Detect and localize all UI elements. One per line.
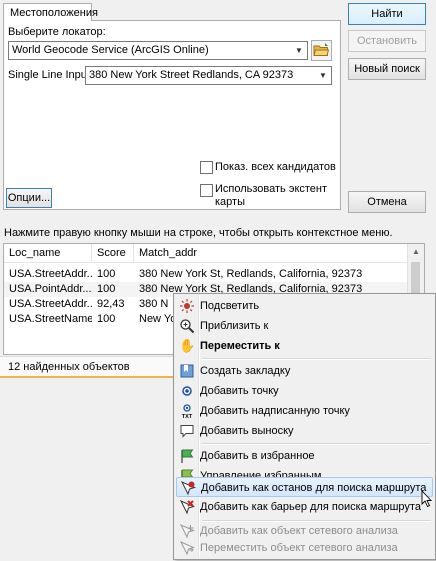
locations-panel: Выберите локатор: World Geocode Service …: [3, 20, 341, 210]
locator-select[interactable]: World Geocode Service (ArcGIS Online) ▼: [8, 41, 308, 60]
add-labeled-point-icon: TXT: [179, 403, 195, 420]
cancel-button[interactable]: Отмена: [348, 191, 426, 213]
context-menu-hint: Нажмите правую кнопку мыши на строке, чт…: [4, 227, 393, 239]
menu-item-label: Добавить выноску: [200, 425, 294, 437]
cell-score: 100: [97, 283, 116, 295]
add-favorite-icon: [179, 448, 195, 464]
show-all-candidates-label: Показ. всех кандидатов: [215, 161, 336, 173]
mouse-cursor-icon: [421, 489, 433, 508]
cell-score: 100: [97, 313, 116, 325]
column-header-loc-name[interactable]: Loc_name: [4, 244, 92, 262]
bookmark-icon: [179, 363, 195, 379]
use-map-extent-label-line2: карты: [215, 196, 245, 208]
add-point-icon: [179, 383, 195, 399]
context-menu: Подсветить Приблизить к ✋ Переместить к …: [173, 293, 436, 560]
single-line-input[interactable]: 380 New York Street Redlands, CA 92373 ▼: [85, 66, 332, 85]
menu-item-zoom-to[interactable]: Приблизить к: [176, 316, 433, 336]
cell-loc-name: USA.StreetName: [9, 313, 92, 325]
new-search-button[interactable]: Новый поиск: [348, 58, 426, 80]
add-stop-icon: [180, 480, 196, 496]
menu-item-move-network-object[interactable]: Переместить объект сетевого анализа: [176, 538, 433, 558]
menu-item-label: Добавить в избранное: [200, 450, 315, 462]
table-header: Loc_name Score Match_addr: [4, 244, 409, 263]
menu-item-add-callout[interactable]: Добавить выноску: [176, 421, 433, 441]
cell-loc-name: USA.StreetAddr...: [9, 298, 92, 310]
locator-label: Выберите локатор:: [8, 26, 106, 38]
folder-open-icon[interactable]: [311, 40, 332, 61]
column-header-score[interactable]: Score: [92, 244, 134, 262]
cell-loc-name: USA.StreetAddr...: [9, 268, 92, 280]
menu-item-label: Добавить точку: [200, 385, 279, 397]
cell-score: 100: [97, 268, 116, 280]
use-map-extent-checkbox[interactable]: [200, 184, 213, 197]
menu-item-create-bookmark[interactable]: Создать закладку: [176, 361, 433, 381]
zoom-to-icon: [179, 318, 195, 334]
use-map-extent-label: Использовать экстент карты: [215, 183, 327, 209]
menu-item-pan-to[interactable]: ✋ Переместить к: [176, 336, 433, 356]
menu-item-add-route-stop[interactable]: Добавить как останов для поиска маршрута: [176, 477, 433, 497]
move-network-object-icon: [179, 540, 195, 556]
highlight-icon: [179, 298, 195, 314]
menu-separator: [202, 358, 431, 360]
menu-item-highlight[interactable]: Подсветить: [176, 296, 433, 316]
menu-item-label: Добавить как останов для поиска маршрута: [201, 482, 427, 494]
menu-item-label: Подсветить: [200, 300, 260, 312]
menu-item-add-favorite[interactable]: Добавить в избранное: [176, 446, 433, 466]
use-map-extent-label-line1: Использовать экстент: [215, 183, 328, 195]
callout-icon: [179, 423, 195, 439]
stop-button[interactable]: Остановить: [348, 30, 426, 52]
chevron-down-icon[interactable]: ▼: [291, 42, 307, 59]
menu-item-label: Добавить надписанную точку: [200, 405, 350, 417]
cell-score: 92,43: [97, 298, 125, 310]
add-network-object-icon: [179, 523, 195, 539]
menu-item-label: Добавить как барьер для поиска маршрута: [200, 501, 421, 513]
menu-separator: [202, 443, 431, 445]
add-barrier-icon: [179, 499, 195, 515]
chevron-down-icon[interactable]: ▼: [315, 67, 331, 84]
menu-item-add-labeled-point[interactable]: TXT Добавить надписанную точку: [176, 401, 433, 421]
menu-item-label: Создать закладку: [200, 365, 291, 377]
pan-to-icon: ✋: [179, 338, 196, 353]
locator-value: World Geocode Service (ArcGIS Online): [12, 44, 209, 56]
svg-text:TXT: TXT: [182, 414, 193, 419]
menu-item-label: Приблизить к: [200, 320, 269, 332]
menu-item-label: Переместить к: [200, 340, 280, 352]
single-line-label: Single Line Input:: [8, 69, 94, 81]
find-button[interactable]: Найти: [348, 3, 426, 25]
cell-match-addr: 380 New York St, Redlands, California, 9…: [139, 268, 363, 280]
show-all-candidates-checkbox[interactable]: [200, 161, 213, 174]
menu-item-label: Переместить объект сетевого анализа: [200, 542, 398, 554]
single-line-value: 380 New York Street Redlands, CA 92373: [89, 69, 294, 81]
table-row[interactable]: USA.StreetAddr... 100 380 New York St, R…: [4, 267, 409, 282]
status-count: 12 найденных объектов: [8, 361, 130, 373]
scroll-up-icon[interactable]: ▲: [408, 244, 424, 260]
cell-loc-name: USA.PointAddr...: [9, 283, 92, 295]
options-button[interactable]: Опции...: [6, 188, 52, 208]
menu-item-add-point[interactable]: Добавить точку: [176, 381, 433, 401]
tab-locations[interactable]: Местоположения: [3, 3, 98, 21]
column-header-match-addr[interactable]: Match_addr: [134, 244, 409, 262]
menu-item-add-route-barrier[interactable]: Добавить как барьер для поиска маршрута: [176, 497, 433, 517]
